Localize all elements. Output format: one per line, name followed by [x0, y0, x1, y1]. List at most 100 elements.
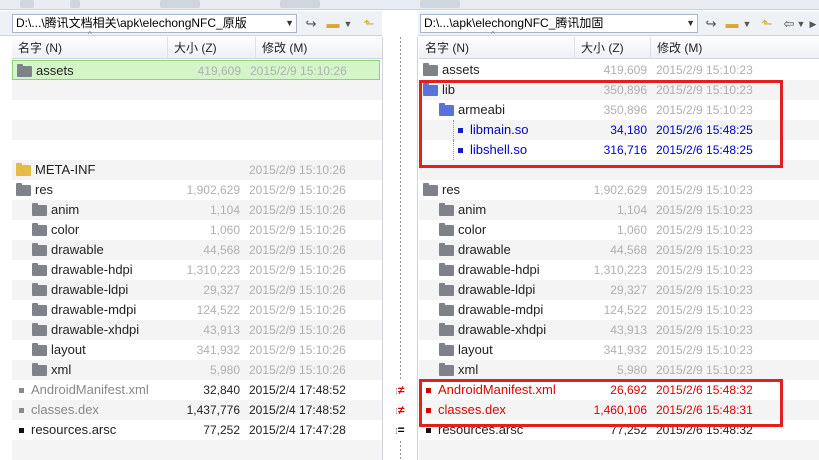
file-modified: 2015/2/9 15:10:23	[656, 243, 753, 257]
file-row[interactable]: res 1,902,629 2015/2/9 15:10:23	[419, 180, 819, 200]
file-row[interactable]: AndroidManifest.xml 26,692 2015/2/6 15:48:…	[419, 380, 819, 400]
row-stripe	[12, 120, 382, 140]
column-name-header[interactable]: 名字 (N)	[12, 37, 168, 59]
file-row[interactable]: res 1,902,629 2015/2/9 15:10:26	[12, 180, 382, 200]
column-size-header[interactable]: 大小 (Z)	[575, 37, 651, 59]
file-row[interactable]: drawable-mdpi 124,522 2015/2/9 15:10:26	[12, 300, 382, 320]
file-row[interactable]: drawable-ldpi 29,327 2015/2/9 15:10:23	[419, 280, 819, 300]
forward-arrow-icon[interactable]: ▶	[808, 15, 818, 33]
file-name-cell: anim	[439, 200, 486, 220]
swap-arrow-icon[interactable]: ↪	[702, 15, 720, 33]
file-row[interactable]: resources.arsc 77,252 2015/2/4 17:47:28	[12, 420, 382, 440]
file-size: 1,437,776	[186, 403, 240, 417]
equal-marker[interactable]: ⁞=	[386, 420, 414, 440]
right-path-input[interactable]: D:\...\apk\elechongNFC_腾讯加固 ▼	[420, 14, 698, 33]
file-row[interactable]: assets 419,609 2015/2/9 15:10:26	[12, 60, 380, 80]
file-row[interactable]: color 1,060 2015/2/9 15:10:26	[12, 220, 382, 240]
file-row[interactable]: assets 419,609 2015/2/9 15:10:23	[419, 60, 819, 80]
file-row[interactable]: anim 1,104 2015/2/9 15:10:23	[419, 200, 819, 220]
row-stripe	[12, 440, 382, 460]
column-modified-header[interactable]: 修改 (M)	[651, 37, 819, 59]
file-size: 43,913	[610, 323, 647, 337]
file-name-cell: META-INF	[16, 160, 95, 180]
file-row[interactable]: drawable-ldpi 29,327 2015/2/9 15:10:26	[12, 280, 382, 300]
parent-folder-icon[interactable]: ⬑	[360, 15, 378, 33]
parent-folder-icon[interactable]: ⬑	[758, 15, 776, 33]
file-row[interactable]: layout 341,932 2015/2/9 15:10:26	[12, 340, 382, 360]
tree-connector	[453, 140, 454, 160]
not-equal-marker[interactable]: ⁞≠	[386, 380, 414, 400]
file-row[interactable]: layout 341,932 2015/2/9 15:10:23	[419, 340, 819, 360]
folder-icon	[32, 282, 47, 296]
file-name-cell: classes.dex	[423, 400, 506, 420]
left-file-list[interactable]: assets 419,609 2015/2/9 15:10:26 META-INF 20…	[12, 60, 382, 460]
browse-folder-icon[interactable]: ▬	[723, 15, 741, 33]
folder-icon	[32, 322, 47, 336]
file-row[interactable]: resources.arsc 77,252 2015/2/6 15:48:32	[419, 420, 819, 440]
file-row[interactable]: drawable-hdpi 1,310,223 2015/2/9 15:10:26	[12, 260, 382, 280]
file-name-cell: layout	[32, 340, 86, 360]
file-row[interactable]: xml 5,980 2015/2/9 15:10:23	[419, 360, 819, 380]
file-row[interactable]: anim 1,104 2015/2/9 15:10:26	[12, 200, 382, 220]
swap-arrow-icon[interactable]: ↪	[302, 15, 320, 33]
folder-icon	[423, 182, 438, 196]
file-name: classes.dex	[438, 402, 506, 417]
file-name-cell: drawable-hdpi	[439, 260, 540, 280]
file-modified: 2015/2/9 15:10:26	[249, 343, 346, 357]
chevron-down-icon[interactable]: ▼	[285, 15, 294, 32]
file-row[interactable]: drawable-xhdpi 43,913 2015/2/9 15:10:26	[12, 320, 382, 340]
file-name: drawable-ldpi	[458, 282, 536, 297]
file-row[interactable]: classes.dex 1,437,776 2015/2/4 17:48:52	[12, 400, 382, 420]
file-row[interactable]: lib 350,896 2015/2/9 15:10:23	[419, 80, 819, 100]
file-size: 316,716	[603, 143, 647, 157]
file-name-cell: assets	[17, 61, 74, 81]
file-modified: 2015/2/9 15:10:23	[656, 83, 753, 97]
file-row[interactable]: META-INF 2015/2/9 15:10:26	[12, 160, 382, 180]
file-name: drawable-xhdpi	[51, 322, 140, 337]
file-row[interactable]: libshell.so 316,716 2015/2/6 15:48:25	[419, 140, 819, 160]
file-row[interactable]: color 1,060 2015/2/9 15:10:23	[419, 220, 819, 240]
left-path-text: D:\...\腾讯文档相关\apk\elechongNFC_原版	[16, 16, 247, 30]
file-row[interactable]: armeabi 350,896 2015/2/9 15:10:23	[419, 100, 819, 120]
file-size: 350,896	[603, 103, 647, 117]
left-path-input[interactable]: D:\...\腾讯文档相关\apk\elechongNFC_原版 ▼	[12, 14, 297, 33]
file-name-cell: drawable-xhdpi	[32, 320, 139, 340]
file-row[interactable]: classes.dex 1,460,106 2015/2/6 15:48:31	[419, 400, 819, 420]
file-name-cell: color	[439, 220, 486, 240]
file-row[interactable]: drawable-xhdpi 43,913 2015/2/9 15:10:23	[419, 320, 819, 340]
column-size-header[interactable]: 大小 (Z)	[168, 37, 256, 59]
file-row[interactable]: drawable 44,568 2015/2/9 15:10:26	[12, 240, 382, 260]
file-row[interactable]: drawable 44,568 2015/2/9 15:10:23	[419, 240, 819, 260]
sort-asc-icon: ^	[491, 30, 495, 39]
not-equal-marker[interactable]: ⁞≠	[386, 400, 414, 420]
file-modified: 2015/2/4 17:48:52	[249, 383, 346, 397]
file-row[interactable]: drawable-mdpi 124,522 2015/2/9 15:10:23	[419, 300, 819, 320]
file-modified: 2015/2/9 15:10:26	[249, 303, 346, 317]
file-modified: 2015/2/6 15:48:25	[656, 143, 753, 157]
chevron-down-icon[interactable]: ▼	[686, 15, 695, 32]
file-name: drawable-hdpi	[458, 262, 540, 277]
file-modified: 2015/2/9 15:10:26	[249, 243, 346, 257]
file-row[interactable]: xml 5,980 2015/2/9 15:10:26	[12, 360, 382, 380]
column-name-header[interactable]: 名字 (N)	[419, 37, 575, 59]
file-name: drawable-ldpi	[51, 282, 129, 297]
column-modified-header[interactable]: 修改 (M)	[256, 37, 382, 59]
file-row[interactable]: drawable-hdpi 1,310,223 2015/2/9 15:10:23	[419, 260, 819, 280]
browse-dropdown-icon[interactable]: ▼	[742, 15, 752, 33]
browse-dropdown-icon[interactable]: ▼	[343, 15, 353, 33]
file-modified: 2015/2/9 15:10:26	[249, 363, 346, 377]
file-modified: 2015/2/9 15:10:23	[656, 203, 753, 217]
right-file-list[interactable]: assets 419,609 2015/2/9 15:10:23 lib 350,896…	[419, 60, 819, 460]
file-row[interactable]: AndroidManifest.xml 32,840 2015/2/4 17:48:…	[12, 380, 382, 400]
browse-folder-icon[interactable]: ▬	[324, 15, 342, 33]
file-row[interactable]: libmain.so 34,180 2015/2/6 15:48:25	[419, 120, 819, 140]
file-size: 1,104	[209, 203, 240, 217]
file-name-cell: classes.dex	[16, 400, 99, 420]
file-name: res	[35, 182, 54, 197]
file-size: 26,692	[610, 383, 647, 397]
file-name: AndroidManifest.xml	[438, 382, 556, 397]
file-icon	[19, 387, 24, 393]
file-name: anim	[51, 202, 80, 217]
file-size: 419,609	[197, 64, 241, 78]
back-dropdown-icon[interactable]: ▼	[796, 15, 806, 33]
